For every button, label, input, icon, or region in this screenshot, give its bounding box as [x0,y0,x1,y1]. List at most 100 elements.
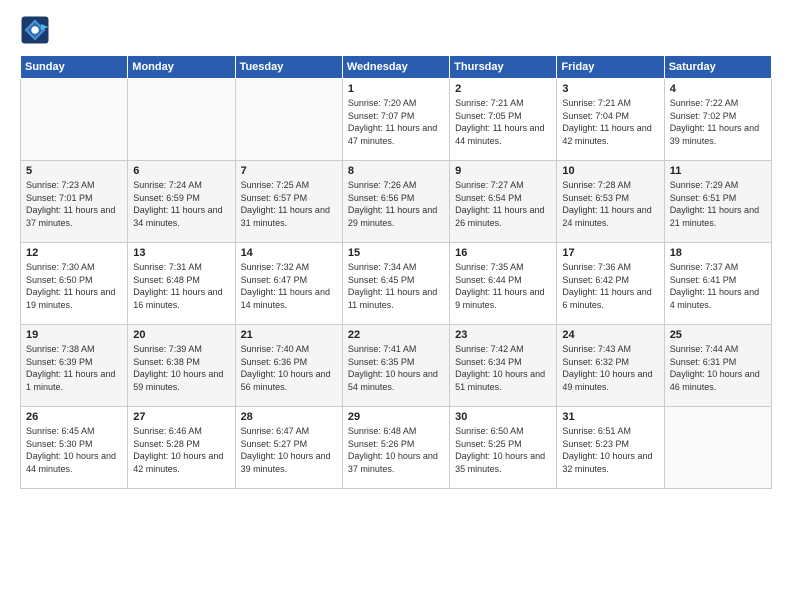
calendar-cell [235,79,342,161]
cell-info: Sunrise: 6:48 AM Sunset: 5:26 PM Dayligh… [348,425,444,475]
day-number: 27 [133,411,229,423]
cell-info: Sunrise: 7:42 AM Sunset: 6:34 PM Dayligh… [455,343,551,393]
calendar-cell: 23 Sunrise: 7:42 AM Sunset: 6:34 PM Dayli… [450,325,557,407]
day-number: 9 [455,165,551,177]
calendar-cell: 28 Sunrise: 6:47 AM Sunset: 5:27 PM Dayli… [235,407,342,489]
weekday-header: Friday [557,56,664,79]
day-number: 25 [670,329,766,341]
cell-info: Sunrise: 7:41 AM Sunset: 6:35 PM Dayligh… [348,343,444,393]
calendar-cell: 2 Sunrise: 7:21 AM Sunset: 7:05 PM Daylig… [450,79,557,161]
logo [20,15,54,45]
calendar-week-row: 26Sunrise: 6:45 AM Sunset: 5:30 PM Dayli… [21,407,772,489]
day-number: 6 [133,165,229,177]
day-number: 8 [348,165,444,177]
day-number: 13 [133,247,229,259]
cell-info: Sunrise: 7:20 AM Sunset: 7:07 PM Dayligh… [348,97,444,147]
cell-info: Sunrise: 6:47 AM Sunset: 5:27 PM Dayligh… [241,425,337,475]
cell-info: Sunrise: 6:50 AM Sunset: 5:25 PM Dayligh… [455,425,551,475]
calendar-cell [128,79,235,161]
calendar-cell: 25 Sunrise: 7:44 AM Sunset: 6:31 PM Dayli… [664,325,771,407]
calendar-cell [21,79,128,161]
calendar-cell: 21 Sunrise: 7:40 AM Sunset: 6:36 PM Dayli… [235,325,342,407]
day-number: 2 [455,83,551,95]
calendar-cell: 26Sunrise: 6:45 AM Sunset: 5:30 PM Dayli… [21,407,128,489]
cell-info: Sunrise: 7:32 AM Sunset: 6:47 PM Dayligh… [241,261,337,311]
cell-info: Sunrise: 6:45 AM Sunset: 5:30 PM Dayligh… [26,425,122,475]
day-number: 28 [241,411,337,423]
day-number: 23 [455,329,551,341]
day-number: 11 [670,165,766,177]
cell-info: Sunrise: 7:27 AM Sunset: 6:54 PM Dayligh… [455,179,551,229]
calendar-header-row: SundayMondayTuesdayWednesdayThursdayFrid… [21,56,772,79]
day-number: 14 [241,247,337,259]
day-number: 30 [455,411,551,423]
day-number: 18 [670,247,766,259]
cell-info: Sunrise: 7:36 AM Sunset: 6:42 PM Dayligh… [562,261,658,311]
calendar-cell: 27 Sunrise: 6:46 AM Sunset: 5:28 PM Dayli… [128,407,235,489]
cell-info: Sunrise: 7:23 AM Sunset: 7:01 PM Dayligh… [26,179,122,229]
cell-info: Sunrise: 7:38 AM Sunset: 6:39 PM Dayligh… [26,343,122,393]
cell-info: Sunrise: 7:31 AM Sunset: 6:48 PM Dayligh… [133,261,229,311]
calendar-cell: 5 Sunrise: 7:23 AM Sunset: 7:01 PM Daylig… [21,161,128,243]
cell-info: Sunrise: 7:24 AM Sunset: 6:59 PM Dayligh… [133,179,229,229]
calendar-cell: 12Sunrise: 7:30 AM Sunset: 6:50 PM Dayli… [21,243,128,325]
weekday-header: Saturday [664,56,771,79]
cell-info: Sunrise: 7:25 AM Sunset: 6:57 PM Dayligh… [241,179,337,229]
header [20,15,772,45]
calendar-cell: 10 Sunrise: 7:28 AM Sunset: 6:53 PM Dayli… [557,161,664,243]
cell-info: Sunrise: 6:51 AM Sunset: 5:23 PM Dayligh… [562,425,658,475]
page-container: SundayMondayTuesdayWednesdayThursdayFrid… [0,0,792,499]
cell-info: Sunrise: 7:43 AM Sunset: 6:32 PM Dayligh… [562,343,658,393]
calendar-cell: 22Sunrise: 7:41 AM Sunset: 6:35 PM Dayli… [342,325,449,407]
calendar-cell: 1 Sunrise: 7:20 AM Sunset: 7:07 PM Daylig… [342,79,449,161]
weekday-header: Thursday [450,56,557,79]
calendar-body: 1 Sunrise: 7:20 AM Sunset: 7:07 PM Daylig… [21,79,772,489]
weekday-header: Monday [128,56,235,79]
cell-info: Sunrise: 7:34 AM Sunset: 6:45 PM Dayligh… [348,261,444,311]
cell-info: Sunrise: 6:46 AM Sunset: 5:28 PM Dayligh… [133,425,229,475]
weekday-header: Wednesday [342,56,449,79]
day-number: 19 [26,329,122,341]
calendar-cell: 24 Sunrise: 7:43 AM Sunset: 6:32 PM Dayli… [557,325,664,407]
cell-info: Sunrise: 7:26 AM Sunset: 6:56 PM Dayligh… [348,179,444,229]
calendar-cell: 6 Sunrise: 7:24 AM Sunset: 6:59 PM Daylig… [128,161,235,243]
cell-info: Sunrise: 7:35 AM Sunset: 6:44 PM Dayligh… [455,261,551,311]
calendar-cell: 16Sunrise: 7:35 AM Sunset: 6:44 PM Dayli… [450,243,557,325]
calendar-cell: 13 Sunrise: 7:31 AM Sunset: 6:48 PM Dayli… [128,243,235,325]
calendar-cell: 3 Sunrise: 7:21 AM Sunset: 7:04 PM Daylig… [557,79,664,161]
cell-info: Sunrise: 7:40 AM Sunset: 6:36 PM Dayligh… [241,343,337,393]
day-number: 4 [670,83,766,95]
cell-info: Sunrise: 7:21 AM Sunset: 7:05 PM Dayligh… [455,97,551,147]
calendar-cell: 17 Sunrise: 7:36 AM Sunset: 6:42 PM Dayli… [557,243,664,325]
calendar-week-row: 1 Sunrise: 7:20 AM Sunset: 7:07 PM Daylig… [21,79,772,161]
calendar-cell: 4 Sunrise: 7:22 AM Sunset: 7:02 PM Daylig… [664,79,771,161]
calendar-week-row: 12Sunrise: 7:30 AM Sunset: 6:50 PM Dayli… [21,243,772,325]
day-number: 3 [562,83,658,95]
calendar-cell: 29Sunrise: 6:48 AM Sunset: 5:26 PM Dayli… [342,407,449,489]
calendar-cell: 8 Sunrise: 7:26 AM Sunset: 6:56 PM Daylig… [342,161,449,243]
cell-info: Sunrise: 7:22 AM Sunset: 7:02 PM Dayligh… [670,97,766,147]
calendar-cell: 14 Sunrise: 7:32 AM Sunset: 6:47 PM Dayli… [235,243,342,325]
calendar-cell: 7Sunrise: 7:25 AM Sunset: 6:57 PM Daylig… [235,161,342,243]
calendar-cell: 31 Sunrise: 6:51 AM Sunset: 5:23 PM Dayli… [557,407,664,489]
day-number: 10 [562,165,658,177]
day-number: 1 [348,83,444,95]
day-number: 31 [562,411,658,423]
cell-info: Sunrise: 7:44 AM Sunset: 6:31 PM Dayligh… [670,343,766,393]
day-number: 21 [241,329,337,341]
day-number: 5 [26,165,122,177]
day-number: 17 [562,247,658,259]
cell-info: Sunrise: 7:39 AM Sunset: 6:38 PM Dayligh… [133,343,229,393]
logo-icon [20,15,50,45]
calendar-week-row: 19 Sunrise: 7:38 AM Sunset: 6:39 PM Dayli… [21,325,772,407]
calendar-cell: 19 Sunrise: 7:38 AM Sunset: 6:39 PM Dayli… [21,325,128,407]
calendar-week-row: 5 Sunrise: 7:23 AM Sunset: 7:01 PM Daylig… [21,161,772,243]
cell-info: Sunrise: 7:21 AM Sunset: 7:04 PM Dayligh… [562,97,658,147]
day-number: 12 [26,247,122,259]
weekday-header: Sunday [21,56,128,79]
cell-info: Sunrise: 7:28 AM Sunset: 6:53 PM Dayligh… [562,179,658,229]
cell-info: Sunrise: 7:29 AM Sunset: 6:51 PM Dayligh… [670,179,766,229]
weekday-header: Tuesday [235,56,342,79]
day-number: 24 [562,329,658,341]
cell-info: Sunrise: 7:37 AM Sunset: 6:41 PM Dayligh… [670,261,766,311]
